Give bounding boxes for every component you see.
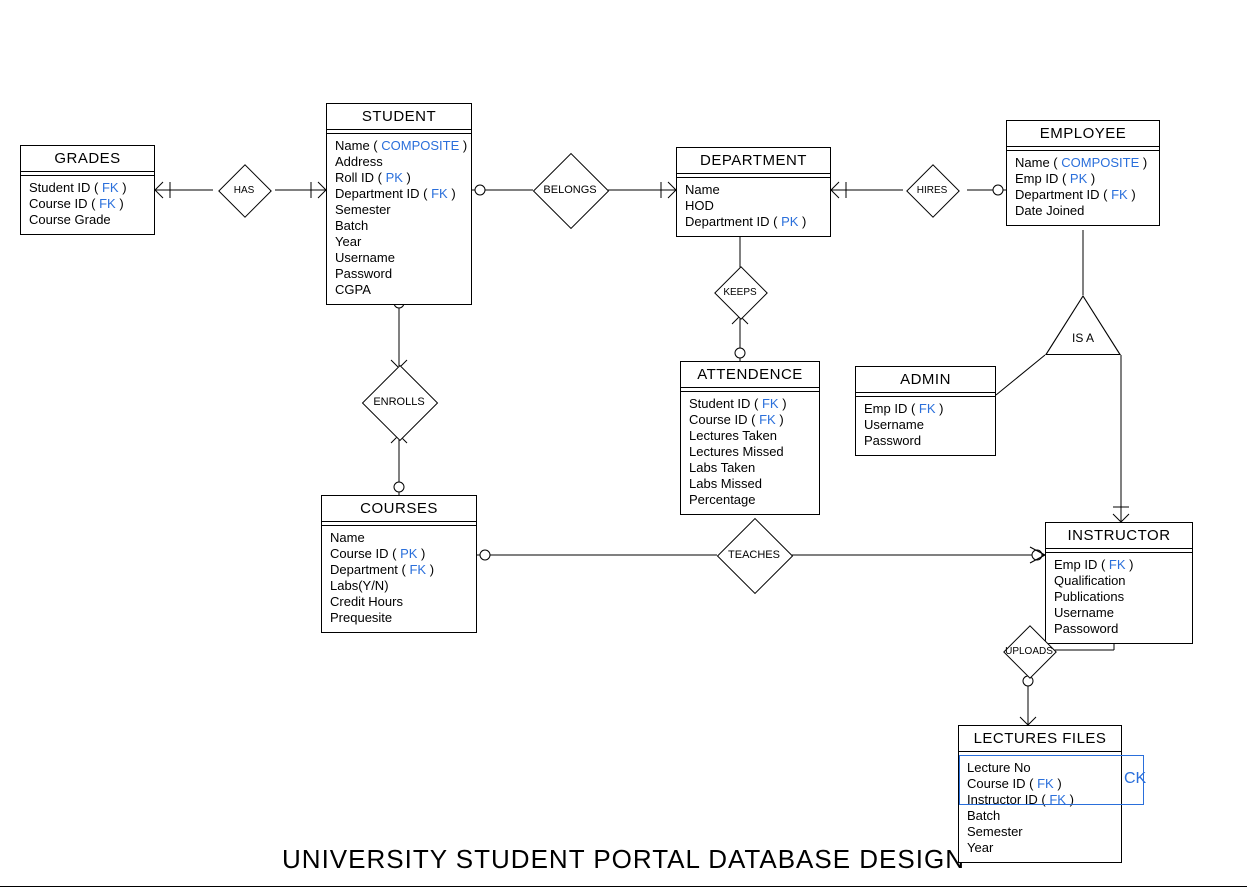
attribute-row: Credit Hours bbox=[330, 594, 468, 610]
entity-title: STUDENT bbox=[327, 104, 471, 130]
attribute-row: Department ID ( FK ) bbox=[335, 186, 463, 202]
entity-title: ADMIN bbox=[856, 367, 995, 393]
relationship-teaches: TEACHES bbox=[718, 519, 790, 591]
attribute-row: Qualification bbox=[1054, 573, 1184, 589]
attribute-row: Lecture No bbox=[967, 760, 1113, 776]
entity-title: INSTRUCTOR bbox=[1046, 523, 1192, 549]
attribute-row: Emp ID ( FK ) bbox=[864, 401, 987, 417]
entity-title: EMPLOYEE bbox=[1007, 121, 1159, 147]
entity-title: ATTENDENCE bbox=[681, 362, 819, 388]
entity-attrs: Emp ID ( FK )UsernamePassword bbox=[856, 397, 995, 455]
ck-label: CK bbox=[1124, 770, 1146, 788]
attribute-row: Labs(Y/N) bbox=[330, 578, 468, 594]
entity-student: STUDENT Name ( COMPOSITE )AddressRoll ID… bbox=[326, 103, 472, 305]
entity-attrs: Lecture NoCourse ID ( FK )Instructor ID … bbox=[959, 756, 1121, 862]
attribute-row: Department ( FK ) bbox=[330, 562, 468, 578]
entity-attrs: Student ID ( FK )Course ID ( FK )Course … bbox=[21, 176, 154, 234]
attribute-row: Student ID ( FK ) bbox=[689, 396, 811, 412]
attribute-row: CGPA bbox=[335, 282, 463, 298]
attribute-row: Password bbox=[864, 433, 987, 449]
attribute-row: Semester bbox=[335, 202, 463, 218]
entity-grades: GRADES Student ID ( FK )Course ID ( FK )… bbox=[20, 145, 155, 235]
attribute-row: Lectures Taken bbox=[689, 428, 811, 444]
attribute-row: Percentage bbox=[689, 492, 811, 508]
entity-admin: ADMIN Emp ID ( FK )UsernamePassword bbox=[855, 366, 996, 456]
attribute-row: Name bbox=[685, 182, 822, 198]
attribute-row: Semester bbox=[967, 824, 1113, 840]
entity-department: DEPARTMENT NameHODDepartment ID ( PK ) bbox=[676, 147, 831, 237]
entity-attrs: Emp ID ( FK )QualificationPublicationsUs… bbox=[1046, 553, 1192, 643]
attribute-row: Username bbox=[335, 250, 463, 266]
attribute-row: Batch bbox=[335, 218, 463, 234]
attribute-row: Year bbox=[967, 840, 1113, 856]
entity-attrs: Student ID ( FK )Course ID ( FK )Lecture… bbox=[681, 392, 819, 514]
entity-instructor: INSTRUCTOR Emp ID ( FK )QualificationPub… bbox=[1045, 522, 1193, 644]
attribute-row: Course ID ( PK ) bbox=[330, 546, 468, 562]
entity-courses: COURSES NameCourse ID ( PK )Department (… bbox=[321, 495, 477, 633]
entity-attrs: NameHODDepartment ID ( PK ) bbox=[677, 178, 830, 236]
attribute-row: Course ID ( FK ) bbox=[29, 196, 146, 212]
entity-attendence: ATTENDENCE Student ID ( FK )Course ID ( … bbox=[680, 361, 820, 515]
bottom-divider bbox=[0, 886, 1247, 887]
relationship-enrolls: ENROLLS bbox=[363, 366, 435, 438]
attribute-row: Name bbox=[330, 530, 468, 546]
entity-lectures-files: LECTURES FILES Lecture NoCourse ID ( FK … bbox=[958, 725, 1122, 863]
attribute-row: Name ( COMPOSITE ) bbox=[335, 138, 463, 154]
attribute-row: Labs Taken bbox=[689, 460, 811, 476]
entity-employee: EMPLOYEE Name ( COMPOSITE )Emp ID ( PK )… bbox=[1006, 120, 1160, 226]
attribute-row: Password bbox=[335, 266, 463, 282]
attribute-row: Date Joined bbox=[1015, 203, 1151, 219]
attribute-row: Department ID ( FK ) bbox=[1015, 187, 1151, 203]
attribute-row: Batch bbox=[967, 808, 1113, 824]
attribute-row: Department ID ( PK ) bbox=[685, 214, 822, 230]
relationship-isa: IS A bbox=[1045, 295, 1121, 355]
attribute-row: Year bbox=[335, 234, 463, 250]
relationship-keeps: KEEPS bbox=[714, 266, 766, 318]
attribute-row: Course ID ( FK ) bbox=[967, 776, 1113, 792]
attribute-row: Prequesite bbox=[330, 610, 468, 626]
entity-title: COURSES bbox=[322, 496, 476, 522]
attribute-row: Passoword bbox=[1054, 621, 1184, 637]
entity-title: GRADES bbox=[21, 146, 154, 172]
entity-attrs: NameCourse ID ( PK )Department ( FK )Lab… bbox=[322, 526, 476, 632]
attribute-row: Student ID ( FK ) bbox=[29, 180, 146, 196]
attribute-row: Username bbox=[1054, 605, 1184, 621]
er-diagram-canvas: GRADES Student ID ( FK )Course ID ( FK )… bbox=[0, 0, 1247, 889]
attribute-row: Publications bbox=[1054, 589, 1184, 605]
entity-title: LECTURES FILES bbox=[959, 726, 1121, 752]
relationship-has: HAS bbox=[218, 164, 270, 216]
attribute-row: Labs Missed bbox=[689, 476, 811, 492]
attribute-row: Username bbox=[864, 417, 987, 433]
relationship-hires: HIRES bbox=[906, 164, 958, 216]
entity-attrs: Name ( COMPOSITE )Emp ID ( PK )Departmen… bbox=[1007, 151, 1159, 225]
attribute-row: HOD bbox=[685, 198, 822, 214]
entity-attrs: Name ( COMPOSITE )AddressRoll ID ( PK )D… bbox=[327, 134, 471, 304]
attribute-row: Lectures Missed bbox=[689, 444, 811, 460]
attribute-row: Course ID ( FK ) bbox=[689, 412, 811, 428]
attribute-row: Name ( COMPOSITE ) bbox=[1015, 155, 1151, 171]
attribute-row: Roll ID ( PK ) bbox=[335, 170, 463, 186]
relationship-uploads: UPLOADS bbox=[1003, 625, 1055, 677]
attribute-row: Instructor ID ( FK ) bbox=[967, 792, 1113, 808]
entity-title: DEPARTMENT bbox=[677, 148, 830, 174]
attribute-row: Course Grade bbox=[29, 212, 146, 228]
attribute-row: Address bbox=[335, 154, 463, 170]
relationship-belongs: BELONGS bbox=[534, 154, 606, 226]
attribute-row: Emp ID ( PK ) bbox=[1015, 171, 1151, 187]
attribute-row: Emp ID ( FK ) bbox=[1054, 557, 1184, 573]
